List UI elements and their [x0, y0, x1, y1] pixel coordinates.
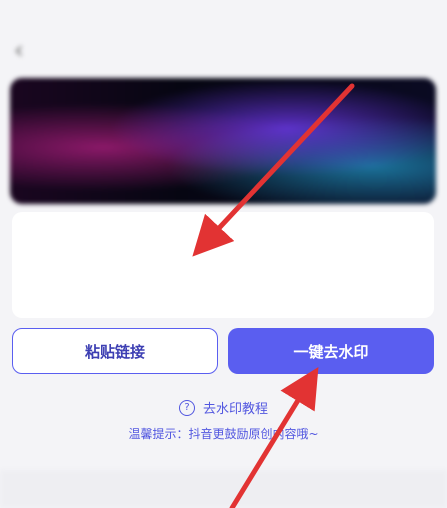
- arrow-to-remove-button: [229, 366, 319, 508]
- arrow-to-input: [192, 83, 355, 257]
- annotation-arrows: [192, 83, 355, 508]
